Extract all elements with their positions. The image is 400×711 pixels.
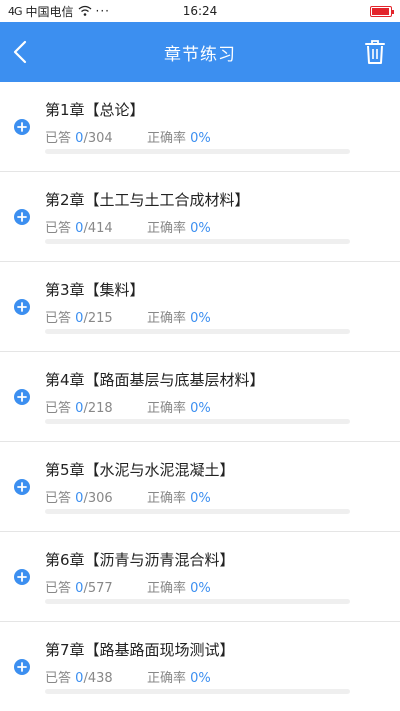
expand-plus-icon[interactable] [14, 119, 30, 135]
answered-label: 已答 [45, 581, 72, 596]
progress-track [45, 329, 350, 334]
chapter-stats: 已答 0/577 正确率 0% [45, 577, 211, 596]
question-total: /218 [83, 401, 113, 416]
carrier-label: 中国电信 [25, 4, 74, 19]
chapter-stats: 已答 0/306 正确率 0% [45, 487, 211, 506]
question-total: /215 [83, 311, 113, 326]
chapter-stats: 已答 0/414 正确率 0% [45, 217, 211, 236]
accuracy-stat: 正确率 0% [147, 217, 211, 236]
battery-icon [370, 5, 394, 17]
question-total: /306 [83, 491, 113, 506]
chapter-stats: 已答 0/215 正确率 0% [45, 307, 211, 326]
chapter-title: 第4章【路面基层与底基层材料】 [45, 371, 265, 389]
chapter-title: 第6章【沥青与沥青混合料】 [45, 551, 235, 569]
question-total: /577 [83, 581, 113, 596]
more-icon: ··· [95, 4, 110, 18]
progress-track [45, 689, 350, 694]
progress-track [45, 149, 350, 154]
chevron-left-icon[interactable] [8, 36, 36, 68]
accuracy-value: 0% [190, 581, 211, 596]
accuracy-stat: 正确率 0% [147, 577, 211, 596]
expand-plus-icon[interactable] [14, 299, 30, 315]
expand-plus-icon[interactable] [14, 479, 30, 495]
chapter-item[interactable]: 第7章【路基路面现场测试】 已答 0/438 正确率 0% [0, 622, 400, 711]
accuracy-value: 0% [190, 491, 211, 506]
progress-track [45, 419, 350, 424]
expand-plus-icon[interactable] [14, 389, 30, 405]
chapter-item[interactable]: 第3章【集料】 已答 0/215 正确率 0% [0, 262, 400, 352]
battery-level [372, 7, 390, 15]
chapter-stats: 已答 0/304 正确率 0% [45, 127, 211, 146]
accuracy-label: 正确率 [147, 311, 187, 326]
accuracy-value: 0% [190, 131, 211, 146]
chapter-title: 第3章【集料】 [45, 281, 145, 299]
chapter-item[interactable]: 第1章【总论】 已答 0/304 正确率 0% [0, 82, 400, 172]
accuracy-stat: 正确率 0% [147, 397, 211, 416]
accuracy-value: 0% [190, 221, 211, 236]
question-total: /438 [83, 671, 113, 686]
trash-icon[interactable] [362, 38, 388, 66]
chapter-list: 第1章【总论】 已答 0/304 正确率 0% 第2章【土工与土工合成材料】 已… [0, 82, 400, 711]
question-total: /414 [83, 221, 113, 236]
chapter-stats: 已答 0/438 正确率 0% [45, 667, 211, 686]
expand-plus-icon[interactable] [14, 209, 30, 225]
answered-label: 已答 [45, 671, 72, 686]
signal-icon: 4G [8, 4, 22, 18]
chapter-title: 第7章【路基路面现场测试】 [45, 641, 235, 659]
chapter-item[interactable]: 第5章【水泥与水泥混凝土】 已答 0/306 正确率 0% [0, 442, 400, 532]
accuracy-value: 0% [190, 311, 211, 326]
nav-bar: 章节练习 [0, 22, 400, 82]
chapter-item[interactable]: 第6章【沥青与沥青混合料】 已答 0/577 正确率 0% [0, 532, 400, 622]
accuracy-label: 正确率 [147, 671, 187, 686]
progress-track [45, 509, 350, 514]
chapter-title: 第1章【总论】 [45, 101, 145, 119]
progress-track [45, 599, 350, 604]
question-total: /304 [83, 131, 113, 146]
answered-label: 已答 [45, 311, 72, 326]
wifi-icon [78, 5, 91, 16]
chapter-title: 第5章【水泥与水泥混凝土】 [45, 461, 235, 479]
accuracy-label: 正确率 [147, 491, 187, 506]
answered-label: 已答 [45, 131, 72, 146]
answered-label: 已答 [45, 221, 72, 236]
page-title: 章节练习 [164, 44, 236, 65]
answered-label: 已答 [45, 491, 72, 506]
accuracy-stat: 正确率 0% [147, 667, 211, 686]
chapter-item[interactable]: 第4章【路面基层与底基层材料】 已答 0/218 正确率 0% [0, 352, 400, 442]
accuracy-value: 0% [190, 401, 211, 416]
accuracy-label: 正确率 [147, 221, 187, 236]
progress-track [45, 239, 350, 244]
accuracy-label: 正确率 [147, 581, 187, 596]
accuracy-value: 0% [190, 671, 211, 686]
accuracy-stat: 正确率 0% [147, 487, 211, 506]
answered-label: 已答 [45, 401, 72, 416]
accuracy-label: 正确率 [147, 131, 187, 146]
chapter-item[interactable]: 第2章【土工与土工合成材料】 已答 0/414 正确率 0% [0, 172, 400, 262]
chapter-title: 第2章【土工与土工合成材料】 [45, 191, 250, 209]
expand-plus-icon[interactable] [14, 659, 30, 675]
chapter-stats: 已答 0/218 正确率 0% [45, 397, 211, 416]
accuracy-stat: 正确率 0% [147, 127, 211, 146]
status-bar: 4G 中国电信 ··· 16:24 [0, 0, 400, 22]
expand-plus-icon[interactable] [14, 569, 30, 585]
accuracy-stat: 正确率 0% [147, 307, 211, 326]
accuracy-label: 正确率 [147, 401, 187, 416]
